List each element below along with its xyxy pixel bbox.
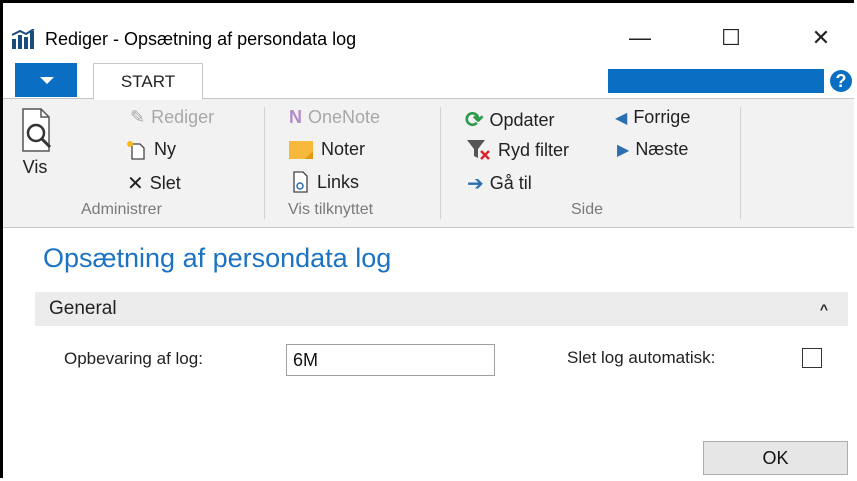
close-icon: ✕	[811, 25, 831, 50]
auto-delete-label: Slet log automatisk:	[567, 348, 716, 367]
previous-icon: ◀	[615, 109, 628, 127]
help-icon[interactable]: ?	[830, 70, 852, 92]
gaa-til-button[interactable]: ➔ Gå til	[467, 171, 532, 196]
view-icon	[22, 108, 52, 152]
note-icon	[289, 140, 313, 159]
chevron-up-icon[interactable]: ^	[820, 301, 828, 317]
ny-label: Ny	[154, 139, 176, 159]
arrow-right-icon: ➔	[467, 173, 484, 195]
page-title: Opsætning af persondata log	[43, 243, 392, 273]
naeste-label: Næste	[635, 139, 689, 159]
retention-input[interactable]: 6M	[286, 344, 495, 376]
rediger-button[interactable]: ✎ Rediger	[130, 107, 214, 128]
clear-filter-icon	[467, 140, 490, 160]
opdater-button[interactable]: ⟳ Opdater	[465, 107, 554, 133]
slet-button[interactable]: ✕ Slet	[127, 171, 181, 196]
noter-label: Noter	[321, 139, 366, 159]
slet-label: Slet	[149, 173, 181, 193]
pencil-icon: ✎	[130, 107, 146, 127]
ribbon-header-strip	[608, 69, 824, 93]
close-button[interactable]: ✕	[801, 21, 841, 55]
group-label-administrer: Administrer	[81, 201, 162, 218]
rediger-label: Rediger	[151, 107, 215, 127]
ny-button[interactable]: Ny	[126, 139, 176, 160]
group-separator	[264, 107, 265, 219]
onenote-label: OneNote	[308, 107, 381, 127]
vis-button[interactable]: Vis	[15, 107, 55, 178]
tab-start[interactable]: START	[93, 63, 203, 100]
naeste-button[interactable]: ▶ Næste	[617, 139, 688, 160]
auto-delete-checkbox[interactable]	[802, 348, 822, 368]
section-title: General	[49, 298, 117, 319]
gaa-til-label: Gå til	[489, 173, 532, 193]
file-menu-button[interactable]	[15, 63, 77, 97]
ribbon: Vis ✎ Rediger Ny ✕ Slet Administrer N On…	[3, 98, 854, 228]
maximize-icon: ☐	[721, 25, 741, 50]
opdater-label: Opdater	[489, 109, 555, 130]
minimize-button[interactable]: —	[620, 21, 660, 55]
onenote-button[interactable]: N OneNote	[289, 107, 380, 128]
link-icon	[293, 171, 308, 193]
noter-button[interactable]: Noter	[289, 139, 365, 160]
onenote-icon: N	[289, 107, 302, 127]
group-label-vis-tilknyttet: Vis tilknyttet	[288, 201, 374, 218]
ryd-filter-label: Ryd filter	[498, 139, 570, 160]
ok-button[interactable]: OK	[703, 441, 848, 475]
ribbon-tab-bar: START ?	[3, 63, 854, 100]
app-icon	[12, 29, 35, 49]
forrige-button[interactable]: ◀ Forrige	[615, 107, 690, 128]
new-document-icon	[127, 140, 145, 160]
window-title: Rediger - Opsætning af persondata log	[45, 29, 357, 49]
retention-label: Opbevaring af log:	[64, 349, 203, 368]
delete-icon: ✕	[127, 173, 144, 195]
vis-label: Vis	[22, 157, 48, 177]
links-button[interactable]: Links	[291, 171, 359, 193]
forrige-label: Forrige	[633, 107, 691, 127]
minimize-icon: —	[629, 25, 651, 50]
ryd-filter-button[interactable]: Ryd filter	[466, 139, 569, 161]
group-separator	[440, 107, 441, 219]
maximize-button[interactable]: ☐	[711, 21, 751, 55]
refresh-icon: ⟳	[465, 107, 484, 132]
links-label: Links	[317, 171, 360, 192]
section-general-header[interactable]: General ^	[35, 292, 848, 326]
group-label-side: Side	[571, 201, 604, 218]
group-separator	[740, 107, 741, 219]
dialog-window: Rediger - Opsætning af persondata log — …	[0, 0, 854, 478]
next-icon: ▶	[617, 141, 630, 159]
title-bar: Rediger - Opsætning af persondata log — …	[3, 3, 854, 63]
